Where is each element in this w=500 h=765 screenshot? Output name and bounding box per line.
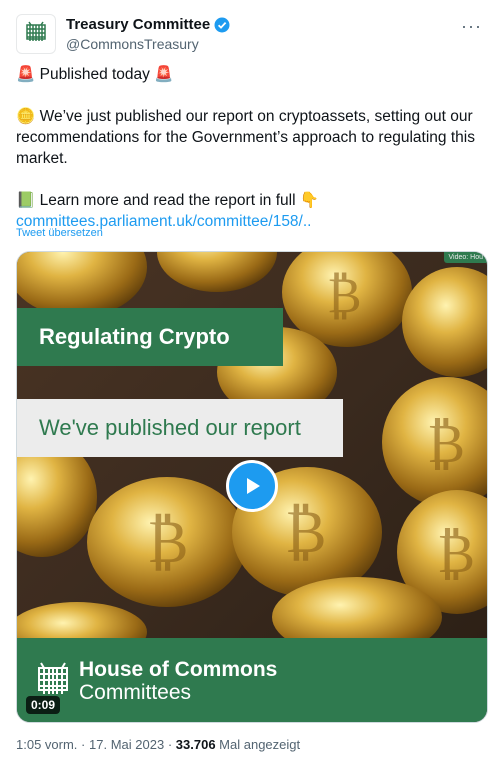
handle[interactable]: @CommonsTreasury <box>66 35 230 54</box>
svg-text:₿: ₿ <box>427 411 465 475</box>
portcullis-logo-icon <box>38 662 68 694</box>
account-names: Treasury Committee @CommonsTreasury <box>66 15 230 54</box>
svg-text:₿: ₿ <box>327 266 362 324</box>
tweet-header: Treasury Committee @CommonsTreasury ··· <box>16 14 484 58</box>
video-duration: 0:09 <box>26 696 61 714</box>
tweet-date[interactable]: 17. Mai 2023 <box>89 737 164 752</box>
brand-text: House of Commons Committees <box>79 658 277 704</box>
meta-separator: · <box>167 737 173 752</box>
portcullis-icon <box>26 21 46 41</box>
tweet-text: 🚨 Published today 🚨 🪙 We’ve just publish… <box>16 64 481 232</box>
verified-badge-icon <box>214 17 230 32</box>
svg-text:₿: ₿ <box>285 497 326 567</box>
svg-text:₿: ₿ <box>437 521 475 585</box>
video-subtitle: We've published our report <box>17 399 343 457</box>
brand-band: House of Commons Committees <box>17 638 487 722</box>
translate-tweet-link[interactable]: Tweet übersetzen <box>16 227 103 239</box>
brand-line-1: House of Commons <box>79 658 278 681</box>
tweet-time[interactable]: 1:05 vorm. <box>16 737 77 752</box>
tweet-meta: 1:05 vorm. · 17. Mai 2023 · 33.706 Mal a… <box>16 737 300 752</box>
play-icon <box>247 478 260 494</box>
view-count: 33.706 <box>175 737 216 752</box>
video-player[interactable]: ₿ ₿ ₿ ₿ ₿ Video: Hou Regulating Crypto W… <box>16 251 488 723</box>
display-name-text[interactable]: Treasury Committee <box>66 15 210 34</box>
svg-text:₿: ₿ <box>147 507 188 577</box>
brand-line-2: Committees <box>79 681 192 704</box>
view-count-label: Mal angezeigt <box>219 737 301 752</box>
video-corner-label: Video: Hou <box>444 252 487 263</box>
play-button[interactable] <box>226 460 278 512</box>
video-title: Regulating Crypto <box>17 308 283 366</box>
more-options-icon[interactable]: ··· <box>461 16 482 37</box>
tweet-line-learn-more: 📗 Learn more and read the report in full… <box>16 192 320 209</box>
tweet-line-report: 🪙 We’ve just published our report on cry… <box>16 108 475 167</box>
avatar[interactable] <box>16 14 56 54</box>
tweet-line-published: 🚨 Published today 🚨 <box>16 66 174 83</box>
display-name[interactable]: Treasury Committee <box>66 15 230 34</box>
meta-separator: · <box>81 737 86 752</box>
